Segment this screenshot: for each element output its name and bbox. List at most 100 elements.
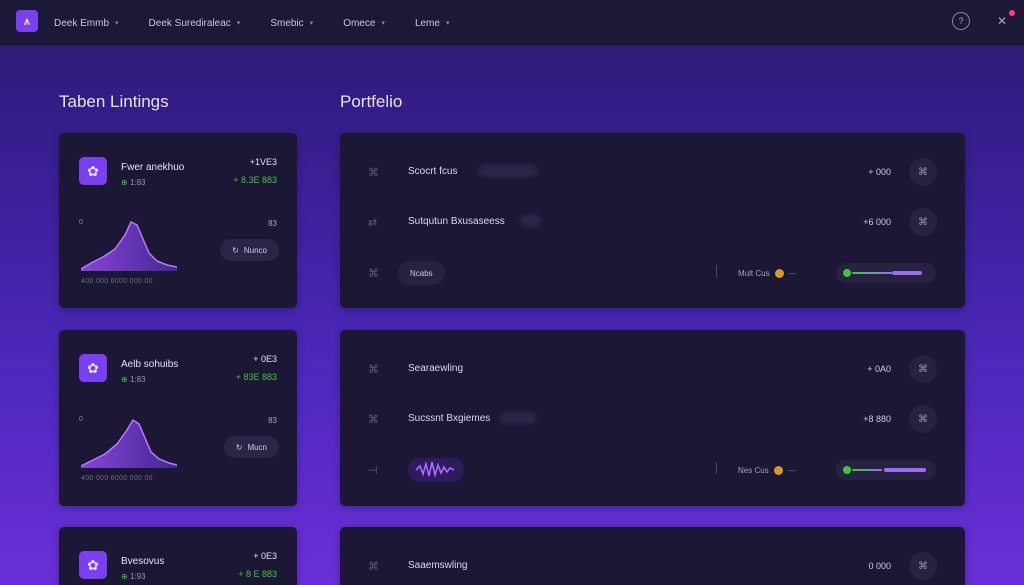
blurred-value — [500, 412, 536, 424]
chevron-down-icon: ▾ — [236, 20, 241, 27]
meta-dash: — — [787, 466, 796, 475]
row-value: 0 000 — [868, 561, 891, 571]
listing-change-positive: + 8.3E 883 — [233, 175, 277, 185]
nav-item-4[interactable]: Omece ▾ — [343, 18, 385, 29]
portfolio-row: ⌘ Ncabs Mult Cus — — [340, 253, 965, 293]
portfolio-row[interactable]: ⇄ Sutqutun Bxusaseess +6 000 ⌘ — [340, 202, 965, 242]
sub-icon: ⊕ — [121, 178, 128, 187]
listing-sub-value: 1:93 — [129, 572, 146, 581]
link-icon: ⌘ — [368, 561, 379, 573]
refresh-icon: ↻ — [232, 245, 239, 255]
portfolio-row[interactable]: ⌘ Scocrt fcus + 000 ⌘ — [340, 152, 965, 192]
sub-icon: ⊕ — [121, 572, 128, 581]
nav-item-3[interactable]: Smebic ▾ — [270, 18, 313, 29]
listing-change: + 0E3 — [253, 551, 277, 561]
chart-x-labels: 400 000 6000 000 00 — [81, 278, 153, 285]
link-icon: ⌘ — [368, 414, 379, 426]
listing-card[interactable]: ✿ Aelb sohuibs ⊕ 1:83 + 0E3 + 83E 883 0 … — [59, 330, 297, 506]
coin-icon — [774, 269, 784, 278]
listing-change: +1VE3 — [249, 157, 277, 167]
listing-sub: ⊕ 1:83 — [121, 178, 146, 187]
sparkline-chart — [81, 220, 177, 271]
meta-info: Nes Cus — — [738, 466, 796, 475]
slider-track — [852, 272, 892, 274]
listing-name: Aelb sohuibs — [121, 359, 179, 370]
slider-fill — [892, 271, 922, 275]
listing-action-label: Nunco — [243, 245, 267, 255]
chart-y-label-right: 83 — [268, 219, 277, 228]
chevron-down-icon: ▾ — [445, 20, 450, 27]
swap-icon: ⇄ — [368, 217, 378, 229]
notification-badge — [1009, 10, 1015, 16]
row-value: +6 000 — [863, 217, 891, 227]
nav-item-2[interactable]: Deek Surediraleac ▾ — [149, 18, 241, 29]
tools-icon[interactable]: ✕ — [993, 12, 1011, 30]
listing-change: + 0E3 — [253, 354, 277, 364]
portfolio-row[interactable]: ⌘ Saaemswling 0 000 ⌘ — [340, 546, 965, 585]
row-action-button[interactable]: ⌘ — [909, 208, 937, 236]
listing-sub-value: 1:83 — [129, 375, 146, 384]
divider — [716, 462, 717, 474]
chart-x-labels: 400 000 6000 000 00 — [81, 475, 153, 482]
waveform-graphic — [408, 458, 464, 482]
row-label: Sutqutun Bxusaseess — [408, 216, 505, 227]
row-value: + 0A0 — [867, 364, 891, 374]
allocation-slider[interactable] — [836, 263, 936, 283]
slider-track — [852, 469, 882, 471]
token-avatar-icon: ✿ — [79, 354, 107, 382]
nav-item-label: Omece — [343, 17, 376, 29]
blurred-value — [478, 165, 538, 177]
row-action-button[interactable]: ⌘ — [909, 158, 937, 186]
listing-sub-value: 1:83 — [129, 178, 146, 187]
top-navigation-bar: ⩚ Deek Emmb ▾ Deek Surediraleac ▾ Smebic ▾ … — [0, 0, 1024, 46]
row-value: + 000 — [868, 167, 891, 177]
nav-item-label: Deek Emmb — [54, 17, 110, 29]
app-logo-icon[interactable]: ⩚ — [16, 10, 38, 32]
listing-change-positive: + 83E 883 — [235, 372, 277, 382]
slider-knob[interactable] — [843, 466, 851, 474]
row-label: Sucssnt Bxgiemes — [408, 413, 491, 424]
listing-card[interactable]: ✿ Bvesovus ⊕ 1:93 + 0E3 + 8 E 883 — [59, 527, 297, 585]
row-label: Scocrt fcus — [408, 166, 458, 177]
portfolio-panel: ⌘ Searaewling + 0A0 ⌘ ⌘ Sucssnt Bxgiemes… — [340, 330, 965, 506]
portfolio-row[interactable]: ⌘ Sucssnt Bxgiemes +8 880 ⌘ — [340, 399, 965, 439]
chevron-down-icon: ▾ — [381, 20, 385, 27]
sparkline-chart — [81, 418, 177, 468]
listing-name: Bvesovus — [121, 556, 165, 567]
slider-knob[interactable] — [843, 269, 851, 277]
filter-chip[interactable]: Ncabs — [398, 261, 445, 285]
portfolio-row[interactable]: ⌘ Searaewling + 0A0 ⌘ — [340, 349, 965, 389]
listing-card[interactable]: ✿ Fwer anekhuo ⊕ 1:83 +1VE3 + 8.3E 883 0… — [59, 133, 297, 308]
nav-item-label: Leme — [414, 17, 440, 29]
chart-y-label-right: 83 — [268, 416, 277, 425]
help-icon[interactable]: ? — [952, 12, 970, 30]
listing-action-button[interactable]: ↻ Nunco — [220, 239, 279, 261]
listing-action-button[interactable]: ↻ Mucn — [223, 436, 279, 458]
token-avatar-icon: ✿ — [79, 157, 107, 185]
nav-item-label: Deek Surediraleac — [148, 17, 231, 29]
listing-sub: ⊕ 1:83 — [121, 375, 146, 384]
waveform-icon: ⊣ — [368, 465, 378, 477]
portfolio-panel: ⌘ Saaemswling 0 000 ⌘ — [340, 527, 965, 585]
meta-label: Mult Cus — [738, 269, 770, 278]
token-avatar-icon: ✿ — [79, 551, 107, 579]
row-action-button[interactable]: ⌘ — [909, 355, 937, 383]
chevron-down-icon: ▾ — [309, 20, 314, 27]
listing-action-label: Mucn — [247, 442, 267, 452]
listings-title: Taben Lintings — [59, 92, 169, 111]
meta-label: Nes Cus — [738, 466, 769, 475]
row-action-button[interactable]: ⌘ — [909, 552, 937, 580]
meta-info: Mult Cus — — [738, 269, 797, 278]
nav-item-label: Smebic — [270, 17, 304, 29]
nav-item-1[interactable]: Deek Emmb ▾ — [54, 18, 119, 29]
allocation-slider[interactable] — [836, 460, 936, 480]
nav-item-5[interactable]: Leme ▾ — [415, 18, 450, 29]
row-action-button[interactable]: ⌘ — [909, 405, 937, 433]
listing-change-positive: + 8 E 883 — [238, 569, 277, 579]
sub-icon: ⊕ — [121, 375, 128, 384]
row-label: Searaewling — [408, 363, 464, 374]
chevron-down-icon: ▾ — [115, 20, 119, 27]
link-icon: ⌘ — [368, 268, 379, 280]
meta-dash: — — [788, 269, 797, 278]
coin-icon — [773, 466, 783, 475]
